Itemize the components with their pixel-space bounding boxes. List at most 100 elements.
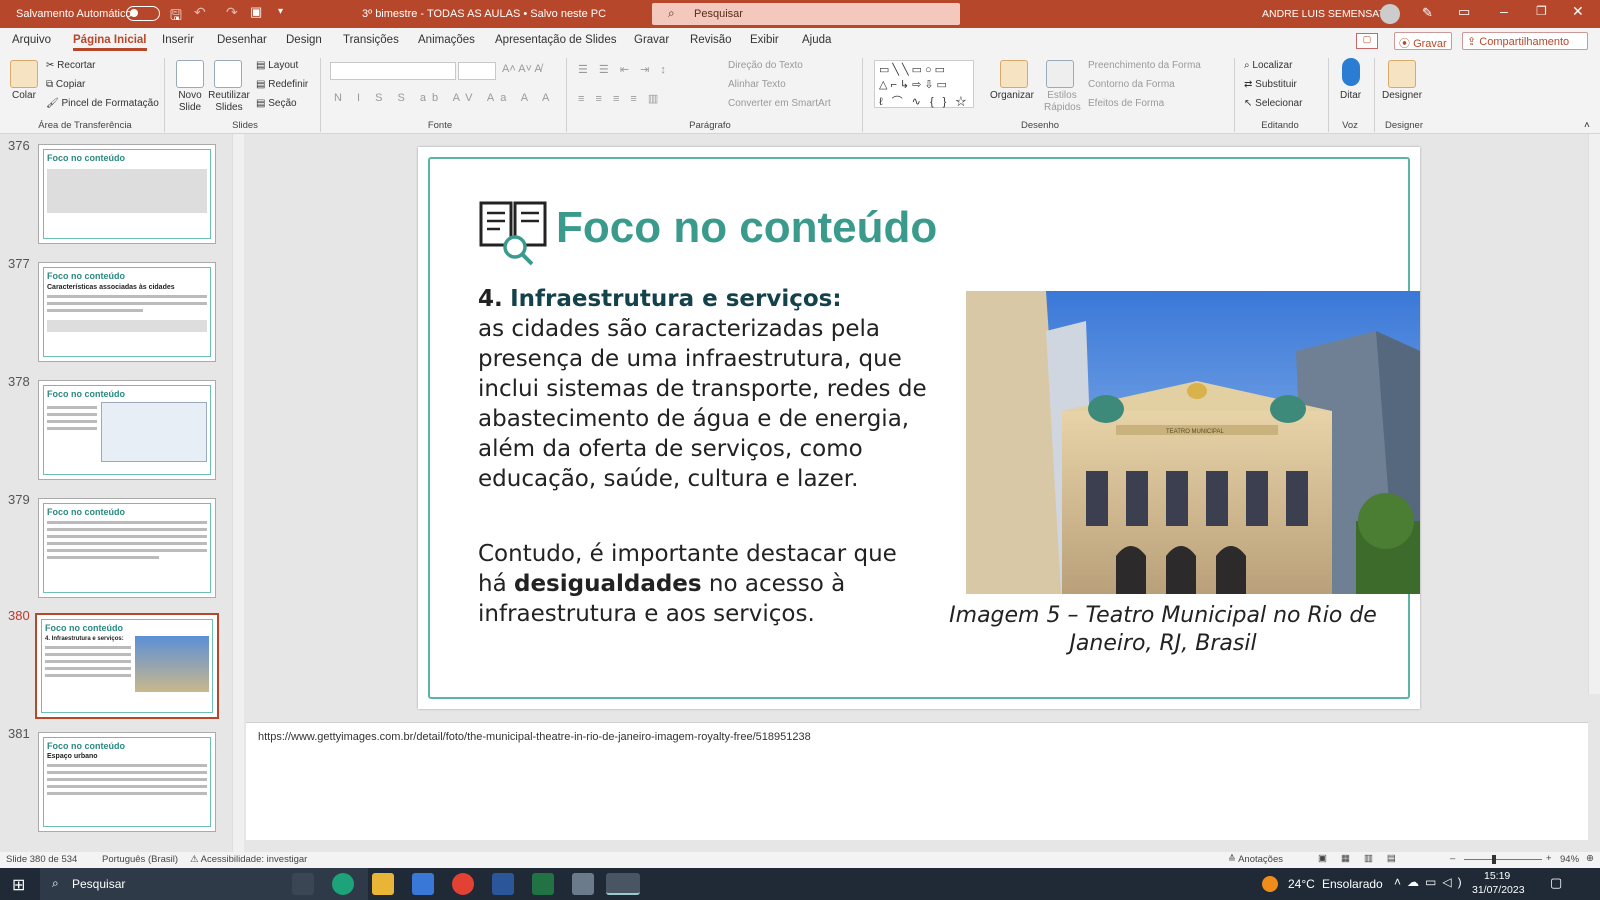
slide-scrollbar[interactable] [1588, 134, 1600, 694]
smartart-button[interactable]: Converter em SmartArt [728, 98, 831, 109]
clock-time[interactable]: 15:19 [1484, 870, 1510, 882]
comments-icon[interactable]: ▢ [1356, 33, 1378, 49]
notes-text[interactable]: https://www.gettyimages.com.br/detail/fo… [258, 731, 811, 743]
font-name-combo[interactable] [330, 62, 456, 80]
slide-thumbnail[interactable]: Foco no conteúdo [38, 498, 216, 598]
slide-body-text-2[interactable]: Contudo, é importante destacar que há de… [478, 539, 928, 629]
edge-icon[interactable] [332, 873, 354, 895]
maximize-icon[interactable]: ❐ [1536, 4, 1547, 18]
zoom-slider[interactable] [1464, 859, 1542, 860]
dictate-button[interactable]: Ditar [1340, 90, 1361, 101]
paste-button[interactable]: Colar [12, 90, 36, 101]
shape-effects-button[interactable]: Efeitos de Forma [1088, 98, 1164, 109]
slide-title[interactable]: Foco no conteúdo [556, 203, 937, 253]
slide-thumbnail[interactable]: Foco no conteúdo [38, 144, 216, 244]
section-button[interactable]: ▤ Seção [256, 98, 297, 109]
close-icon[interactable]: ✕ [1572, 3, 1584, 20]
tab-revisao[interactable]: Revisão [690, 34, 732, 46]
cut-button[interactable]: ✂ Recortar [46, 60, 96, 71]
theatre-photo[interactable]: TEATRO MUNICIPAL [966, 291, 1420, 594]
slide-thumbnail-selected[interactable]: Foco no conteúdo 4. Infraestrutura e ser… [35, 613, 219, 719]
slide-thumbnail[interactable]: Foco no conteúdo Espaço urbano [38, 732, 216, 832]
document-title[interactable]: 3º bimestre - TODAS AS AULAS • Salvo nes… [362, 8, 606, 20]
font-format-buttons[interactable]: N I S S ab AV Aa A A [334, 92, 555, 104]
image-caption[interactable]: Imagem 5 – Teatro Municipal no Rio de Ja… [938, 602, 1388, 658]
tab-inserir[interactable]: Inserir [162, 34, 194, 46]
share-button[interactable]: ⇪ Compartilhamento [1462, 32, 1588, 50]
autosave-toggle[interactable] [126, 6, 160, 21]
select-button[interactable]: ↖ Selecionar [1244, 98, 1302, 109]
list-buttons[interactable]: ☰ ☰ ⇤ ⇥ ↕ [578, 63, 670, 76]
arrange-icon[interactable] [1000, 60, 1028, 88]
copy-button[interactable]: ⧉ Copiar [46, 79, 85, 90]
designer-button[interactable]: Designer [1382, 90, 1422, 101]
notes-toggle[interactable]: ≙ Anotações [1228, 854, 1283, 865]
file-explorer-icon[interactable] [372, 873, 394, 895]
reuse-slides-icon[interactable] [214, 60, 242, 88]
tab-animacoes[interactable]: Animações [418, 34, 475, 46]
notes-pane[interactable]: https://www.gettyimages.com.br/detail/fo… [246, 722, 1588, 840]
temperature[interactable]: 24°C [1288, 877, 1315, 891]
view-buttons[interactable]: ▣▦▥▤ [1318, 853, 1410, 864]
app-icon[interactable] [572, 873, 594, 895]
shapes-gallery[interactable]: ▭╲╲▭○▭ △⌐↳⇨⇩▭ ℓ ⌒ ∿ { } ☆ [874, 60, 974, 108]
record-button[interactable]: ⦿ Gravar [1394, 32, 1452, 50]
tab-transicoes[interactable]: Transições [343, 34, 399, 46]
slide-body-text[interactable]: 4. Infraestrutura e serviços: as cidades… [478, 284, 928, 494]
collapse-ribbon-icon[interactable]: ˄ [1584, 120, 1590, 131]
font-size-combo[interactable] [458, 62, 496, 80]
tab-exibir[interactable]: Exibir [750, 34, 779, 46]
search-box[interactable]: ⌕ Pesquisar [652, 3, 960, 25]
zoom-level[interactable]: 94% [1560, 854, 1579, 865]
tab-pagina-inicial[interactable]: Página Inicial [73, 34, 147, 51]
tab-gravar[interactable]: Gravar [634, 34, 669, 46]
notification-icon[interactable]: ▢ [1550, 875, 1562, 891]
chrome-icon[interactable] [452, 873, 474, 895]
reset-button[interactable]: ▤ Redefinir [256, 79, 308, 90]
microphone-icon[interactable] [1342, 58, 1360, 86]
tab-apresentacao[interactable]: Apresentação de Slides [495, 34, 616, 46]
tab-design[interactable]: Design [286, 34, 322, 46]
minimize-icon[interactable]: – [1500, 3, 1508, 19]
replace-button[interactable]: ⇄ Substituir [1244, 79, 1297, 90]
language-indicator[interactable]: Português (Brasil) [102, 854, 178, 865]
align-text-button[interactable]: Alinhar Texto [728, 79, 786, 90]
ribbon-display-icon[interactable]: ▭ [1458, 4, 1470, 20]
tab-arquivo[interactable]: Arquivo [12, 34, 51, 46]
customize-toolbar-icon[interactable]: ▾ [278, 6, 283, 17]
align-buttons[interactable]: ≡ ≡ ≡ ≡ ▥ [578, 92, 662, 105]
store-icon[interactable] [412, 873, 434, 895]
slide-thumbnail[interactable]: Foco no conteúdo Características associa… [38, 262, 216, 362]
text-direction-button[interactable]: Direção do Texto [728, 60, 803, 71]
accessibility-status[interactable]: ⚠ Acessibilidade: investigar [190, 854, 307, 865]
word-icon[interactable] [492, 873, 514, 895]
system-tray-icons[interactable]: ˄☁▭◁) [1394, 875, 1468, 889]
avatar[interactable] [1380, 4, 1400, 24]
arrange-button[interactable]: Organizar [990, 90, 1034, 101]
zoom-out-icon[interactable]: – [1450, 853, 1455, 864]
present-icon[interactable]: ▣ [250, 4, 262, 20]
excel-icon[interactable] [532, 873, 554, 895]
slide-canvas[interactable]: Foco no conteúdo 4. Infraestrutura e ser… [418, 147, 1420, 709]
new-slide-icon[interactable] [176, 60, 204, 88]
shape-outline-button[interactable]: Contorno da Forma [1088, 79, 1175, 90]
layout-button[interactable]: ▤ Layout [256, 60, 298, 71]
weather-condition[interactable]: Ensolarado [1322, 877, 1383, 891]
format-painter-button[interactable]: 🖌 Pincel de Formatação [46, 98, 159, 109]
quick-styles-icon[interactable] [1046, 60, 1074, 88]
redo-icon[interactable]: ↷ [226, 4, 238, 21]
save-icon[interactable]: 🖫 [170, 5, 182, 29]
zoom-in-icon[interactable]: + [1546, 853, 1552, 864]
pen-icon[interactable]: ✎ [1422, 5, 1433, 21]
fit-slide-icon[interactable]: ⊕ [1586, 853, 1594, 864]
tab-ajuda[interactable]: Ajuda [802, 34, 831, 46]
thumbnails-scrollbar[interactable] [232, 134, 244, 852]
task-view-icon[interactable] [292, 873, 314, 895]
quick-styles-button[interactable]: Estilos Rápidos [1044, 90, 1081, 114]
find-button[interactable]: ⌕ Localizar [1244, 60, 1292, 71]
user-name[interactable]: ANDRE LUIS SEMENSATO [1262, 8, 1393, 20]
designer-icon[interactable] [1388, 60, 1416, 88]
paste-icon[interactable] [10, 60, 38, 88]
grow-font-icon[interactable]: A˄ A˅ A̸ [502, 63, 542, 75]
shape-fill-button[interactable]: Preenchimento da Forma [1088, 60, 1201, 71]
